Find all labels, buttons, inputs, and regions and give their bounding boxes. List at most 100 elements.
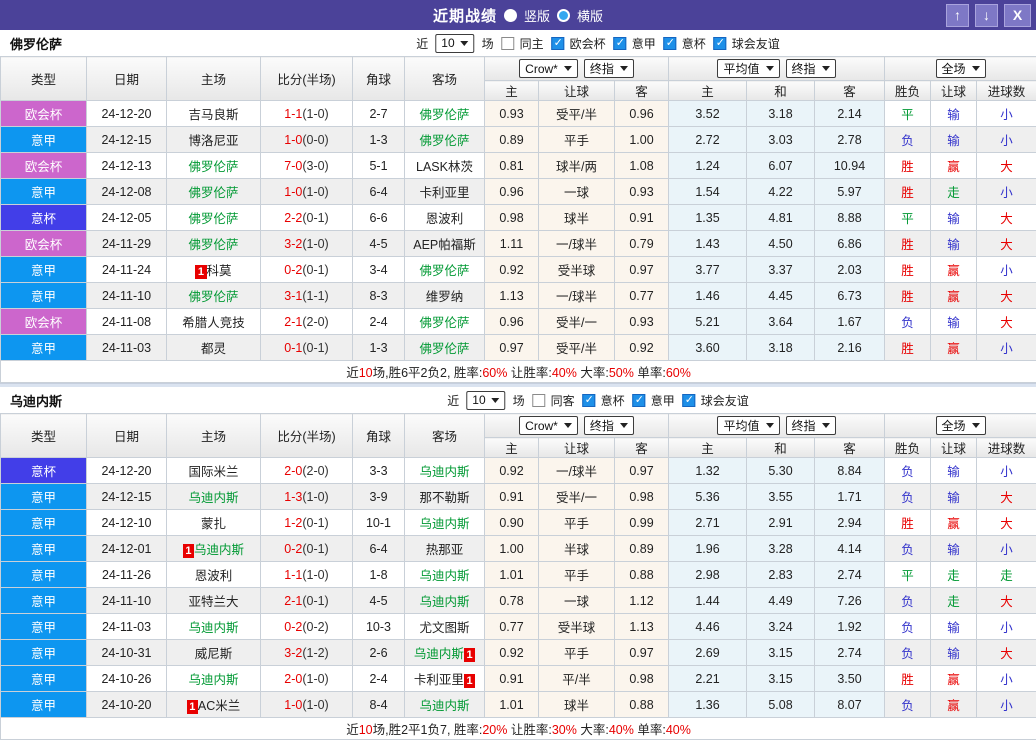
handicap-line: 平手: [539, 127, 615, 153]
league-cell: 意甲: [1, 335, 87, 361]
league-filter-checkbox[interactable]: [633, 394, 646, 407]
average-stage-select[interactable]: 终指: [786, 59, 836, 78]
scope-select[interactable]: 全场: [936, 59, 986, 78]
close-button[interactable]: X: [1004, 4, 1031, 27]
result-handicap: 输: [931, 127, 977, 153]
league-filter-checkbox[interactable]: [552, 37, 565, 50]
handicap-away-odds: 0.97: [615, 640, 669, 666]
away-team-cell: 乌迪内斯: [405, 562, 485, 588]
games-count-select[interactable]: 10: [466, 391, 505, 410]
handicap-home-odds: 0.96: [485, 309, 539, 335]
result-handicap: 走: [931, 562, 977, 588]
avg-draw-odds: 3.18: [747, 101, 815, 127]
handicap-away-odds: 0.98: [615, 484, 669, 510]
corner-cell: 2-4: [353, 309, 405, 335]
move-down-button[interactable]: ↓: [975, 4, 998, 27]
avg-away-odds: 2.74: [815, 562, 885, 588]
same-side-checkbox[interactable]: [502, 37, 515, 50]
date-cell: 24-10-26: [87, 666, 167, 692]
handicap-stage-select[interactable]: 终指: [584, 416, 634, 435]
league-filter-checkbox[interactable]: [714, 37, 727, 50]
result-winloss: 胜: [885, 179, 931, 205]
col-header: 类型: [1, 57, 87, 101]
handicap-stage-select[interactable]: 终指: [584, 59, 634, 78]
team-label: AC米兰: [198, 699, 240, 713]
team-label: 博洛尼亚: [188, 134, 238, 148]
avg-away-odds: 6.86: [815, 231, 885, 257]
result-handicap: 赢: [931, 283, 977, 309]
fulltime-score: 3-2: [284, 237, 302, 251]
handicap-away-odds: 0.89: [615, 536, 669, 562]
sub-header: 和: [747, 438, 815, 458]
avg-away-odds: 7.26: [815, 588, 885, 614]
league-filter-label: 意杯: [600, 392, 626, 409]
radio-horizontal[interactable]: [557, 9, 570, 22]
corner-cell: 3-9: [353, 484, 405, 510]
home-team-cell: 威尼斯: [167, 640, 261, 666]
halftime-score: (1-2): [302, 646, 328, 660]
section-header: 佛罗伦萨近10场同主欧会杯意甲意杯球会友谊: [0, 30, 1036, 56]
odds-company-select[interactable]: Crow*: [519, 416, 578, 435]
average-stage-select[interactable]: 终指: [786, 416, 836, 435]
handicap-away-odds: 0.98: [615, 666, 669, 692]
league-filter-checkbox[interactable]: [683, 394, 696, 407]
home-team-cell: 佛罗伦萨: [167, 283, 261, 309]
up-arrow-icon: ↑: [954, 7, 961, 23]
handicap-line: 一球: [539, 588, 615, 614]
avg-home-odds: 3.52: [669, 101, 747, 127]
result-goals: 小: [977, 666, 1036, 692]
avg-draw-odds: 6.07: [747, 153, 815, 179]
team-section: 佛罗伦萨近10场同主欧会杯意甲意杯球会友谊类型日期主场比分(半场)角球客场Cro…: [0, 30, 1036, 383]
avg-draw-odds: 3.64: [747, 309, 815, 335]
fulltime-score: 2-0: [284, 672, 302, 686]
col-header: 客场: [405, 57, 485, 101]
team-label: 佛罗伦萨: [188, 212, 238, 226]
league-cell: 欧会杯: [1, 231, 87, 257]
move-up-button[interactable]: ↑: [946, 4, 969, 27]
score-cell: 3-2(1-0): [261, 231, 353, 257]
league-filter-checkbox[interactable]: [583, 394, 596, 407]
halftime-score: (0-2): [302, 620, 328, 634]
summary-segment: 单率:: [634, 366, 666, 380]
score-cell: 3-1(1-1): [261, 283, 353, 309]
down-arrow-icon: ↓: [983, 7, 990, 23]
same-side-label: 同客: [550, 392, 576, 409]
team-label: 佛罗伦萨: [419, 108, 469, 122]
odds-company-select[interactable]: Crow*: [519, 59, 578, 78]
chevron-down-icon: [492, 398, 500, 403]
average-type-select[interactable]: 平均值: [717, 416, 779, 435]
sub-header: 主: [669, 81, 747, 101]
handicap-away-odds: 0.97: [615, 257, 669, 283]
games-count-select[interactable]: 10: [435, 34, 474, 53]
same-side-checkbox[interactable]: [533, 394, 546, 407]
col-header: 比分(半场): [261, 414, 353, 458]
home-team-cell: 都灵: [167, 335, 261, 361]
fulltime-score: 1-0: [284, 698, 302, 712]
result-handicap: 赢: [931, 153, 977, 179]
average-type-select[interactable]: 平均值: [717, 59, 779, 78]
radio-vertical[interactable]: [504, 9, 517, 22]
handicap-line: 球半/两: [539, 153, 615, 179]
result-goals: 大: [977, 640, 1036, 666]
recent-label: 近: [446, 392, 460, 409]
result-winloss: 负: [885, 484, 931, 510]
chevron-down-icon: [972, 66, 980, 71]
handicap-away-odds: 0.88: [615, 692, 669, 718]
halftime-score: (1-0): [302, 568, 328, 582]
result-winloss: 胜: [885, 510, 931, 536]
avg-away-odds: 6.73: [815, 283, 885, 309]
league-filter-checkbox[interactable]: [664, 37, 677, 50]
scope-select[interactable]: 全场: [936, 416, 986, 435]
summary-segment: 40%: [666, 723, 691, 737]
avg-away-odds: 1.92: [815, 614, 885, 640]
halftime-score: (0-1): [302, 516, 328, 530]
team-label: 卡利亚里: [419, 186, 469, 200]
sub-header: 主: [485, 438, 539, 458]
summary-segment: 30%: [552, 723, 577, 737]
fulltime-score: 0-2: [284, 620, 302, 634]
score-cell: 1-3(1-0): [261, 484, 353, 510]
match-row: 意甲24-11-03都灵0-1(0-1)1-3佛罗伦萨0.97受平/半0.923…: [1, 335, 1036, 361]
avg-home-odds: 1.44: [669, 588, 747, 614]
match-row: 欧会杯24-12-20吉马良斯1-1(1-0)2-7佛罗伦萨0.93受平/半0.…: [1, 101, 1036, 127]
league-filter-checkbox[interactable]: [614, 37, 627, 50]
